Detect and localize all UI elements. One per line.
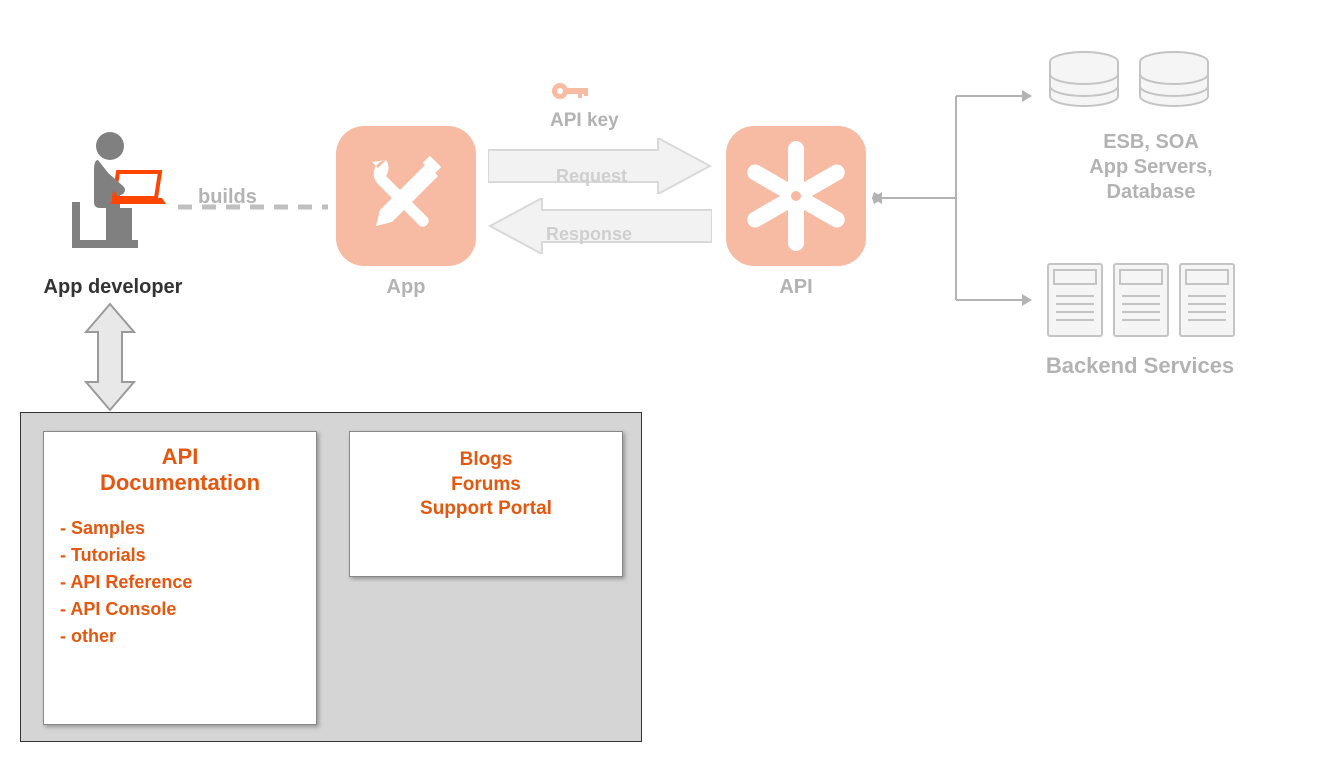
developer-label: App developer — [28, 276, 198, 299]
request-label: Request — [556, 166, 627, 187]
backend-connector — [872, 60, 1032, 340]
backend-services-label: Backend Services — [1020, 352, 1260, 380]
gear-icon — [741, 141, 851, 251]
builds-dashed-line — [178, 202, 338, 212]
community-items: BlogsForumsSupport Portal — [366, 448, 606, 522]
tools-icon — [356, 146, 456, 246]
api-node — [726, 126, 866, 266]
app-node — [336, 126, 476, 266]
app-label: App — [336, 276, 476, 299]
api-documentation-card: API Documentation - Samples- Tutorials- … — [43, 431, 317, 725]
servers-icon — [1044, 256, 1244, 346]
updown-arrow — [80, 302, 140, 412]
doc-title: API Documentation — [60, 444, 300, 497]
community-card: BlogsForumsSupport Portal — [349, 431, 623, 577]
resources-panel: API Documentation - Samples- Tutorials- … — [20, 412, 642, 742]
api-key-label: API key — [550, 110, 619, 132]
developer-node — [60, 130, 170, 255]
api-label: API — [726, 276, 866, 299]
database-icon — [1040, 44, 1240, 124]
response-label: Response — [546, 224, 632, 245]
developer-icon — [60, 130, 170, 250]
backend-top-label: ESB, SOA App Servers, Database — [1066, 130, 1236, 205]
doc-items: - Samples- Tutorials- API Reference- API… — [60, 515, 300, 650]
key-icon — [550, 76, 590, 106]
